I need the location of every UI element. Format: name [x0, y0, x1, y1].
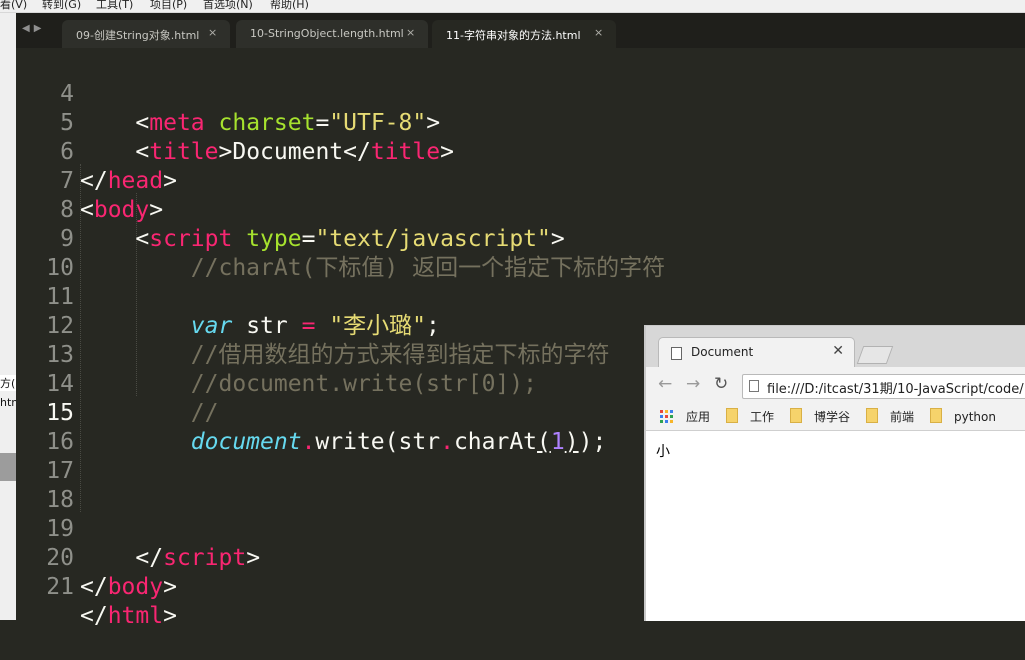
code-line: 4 <meta charset="UTF-8">: [16, 51, 1025, 136]
folder-icon: [726, 408, 738, 423]
bookmark-apps[interactable]: 应用: [686, 408, 710, 425]
folder-icon: [790, 408, 802, 423]
code-line: 5 <title>Document</title>: [16, 80, 1025, 165]
tab-11-string-methods[interactable]: 11-字符串对象的方法.html ×: [432, 20, 616, 48]
background-window-text: htm: [0, 396, 16, 409]
folder-icon: [866, 408, 878, 423]
browser-tab-document[interactable]: Document ✕: [658, 337, 855, 368]
menu-bar: 看(V) 转到(G) 工具(T) 项目(P) 首选项(N) 帮助(H): [0, 0, 1025, 13]
code-text: </html>: [80, 603, 177, 629]
editor-tab-bar: ◀▶ 09-创建String对象.html × 10-StringObject.…: [16, 13, 1025, 48]
tab-scroll-arrows-icon[interactable]: ◀▶: [22, 23, 45, 34]
background-window-text: 方(): [0, 375, 16, 391]
tab-close-icon[interactable]: ×: [406, 26, 415, 39]
bookmark-python[interactable]: python: [930, 408, 996, 424]
address-url[interactable]: file:///D:/itcast/31期/10-JavaScript/code…: [767, 378, 1024, 397]
browser-tab-title: Document: [691, 345, 754, 359]
tab-close-icon[interactable]: ×: [594, 26, 603, 39]
code-line: 8 <script type="text/javascript">: [16, 167, 1025, 252]
code-text: </body>: [80, 574, 177, 600]
code-line: 9 //charAt(下标值) 返回一个指定下标的字符: [16, 196, 1025, 281]
reload-icon[interactable]: ↻: [714, 374, 728, 394]
tab-label: 10-StringObject.length.html: [250, 27, 404, 40]
code-line: 11 var str = "李小璐";: [16, 254, 1025, 339]
browser-tab-strip: Document ✕: [646, 326, 1025, 368]
browser-page-content: 小: [646, 431, 1025, 621]
line-number: 21: [46, 574, 74, 600]
code-line: 10: [16, 225, 1025, 281]
menu-tools[interactable]: 工具(T): [96, 0, 133, 12]
background-window-strip: 方() htm: [0, 13, 16, 620]
menu-project[interactable]: 项目(P): [150, 0, 187, 12]
page-icon: [749, 380, 759, 392]
bookmark-boxuegu[interactable]: 博学谷: [790, 408, 850, 425]
forward-arrow-icon[interactable]: →: [686, 374, 700, 394]
menu-help[interactable]: 帮助(H): [270, 0, 309, 12]
apps-grid-icon[interactable]: [660, 410, 674, 424]
new-tab-button[interactable]: [856, 346, 894, 364]
menu-view[interactable]: 看(V): [0, 0, 27, 12]
code-line: 6 </head>: [16, 109, 1025, 194]
page-icon: [671, 347, 682, 360]
tab-label: 09-创建String对象.html: [76, 29, 200, 42]
tab-close-icon[interactable]: ×: [208, 26, 217, 39]
back-arrow-icon[interactable]: ←: [658, 374, 672, 394]
browser-window[interactable]: Document ✕ ← → ↻ file:///D:/itcast/31期/1…: [644, 325, 1025, 621]
tab-09-create-string[interactable]: 09-创建String对象.html ×: [62, 20, 230, 48]
page-output-text: 小: [656, 444, 670, 460]
menu-goto[interactable]: 转到(G): [42, 0, 81, 12]
menu-preferences[interactable]: 首选项(N): [203, 0, 253, 12]
address-bar[interactable]: file:///D:/itcast/31期/10-JavaScript/code…: [742, 374, 1025, 399]
tab-label: 11-字符串对象的方法.html: [446, 29, 581, 42]
bookmark-work[interactable]: 工作: [726, 408, 774, 425]
bookmark-frontend[interactable]: 前端: [866, 408, 914, 425]
folder-icon: [930, 408, 942, 423]
tab-10-string-length[interactable]: 10-StringObject.length.html ×: [236, 20, 428, 48]
browser-toolbar: ← → ↻ file:///D:/itcast/31期/10-JavaScrip…: [646, 367, 1025, 404]
background-window-divider: [0, 453, 16, 481]
code-line: 7 <body>: [16, 138, 1025, 223]
browser-tab-close-icon[interactable]: ✕: [832, 343, 844, 359]
code-line: 12 //借用数组的方式来得到指定下标的字符: [16, 283, 1025, 368]
bookmarks-bar: 应用 工作 博学谷 前端 python: [646, 404, 1025, 431]
